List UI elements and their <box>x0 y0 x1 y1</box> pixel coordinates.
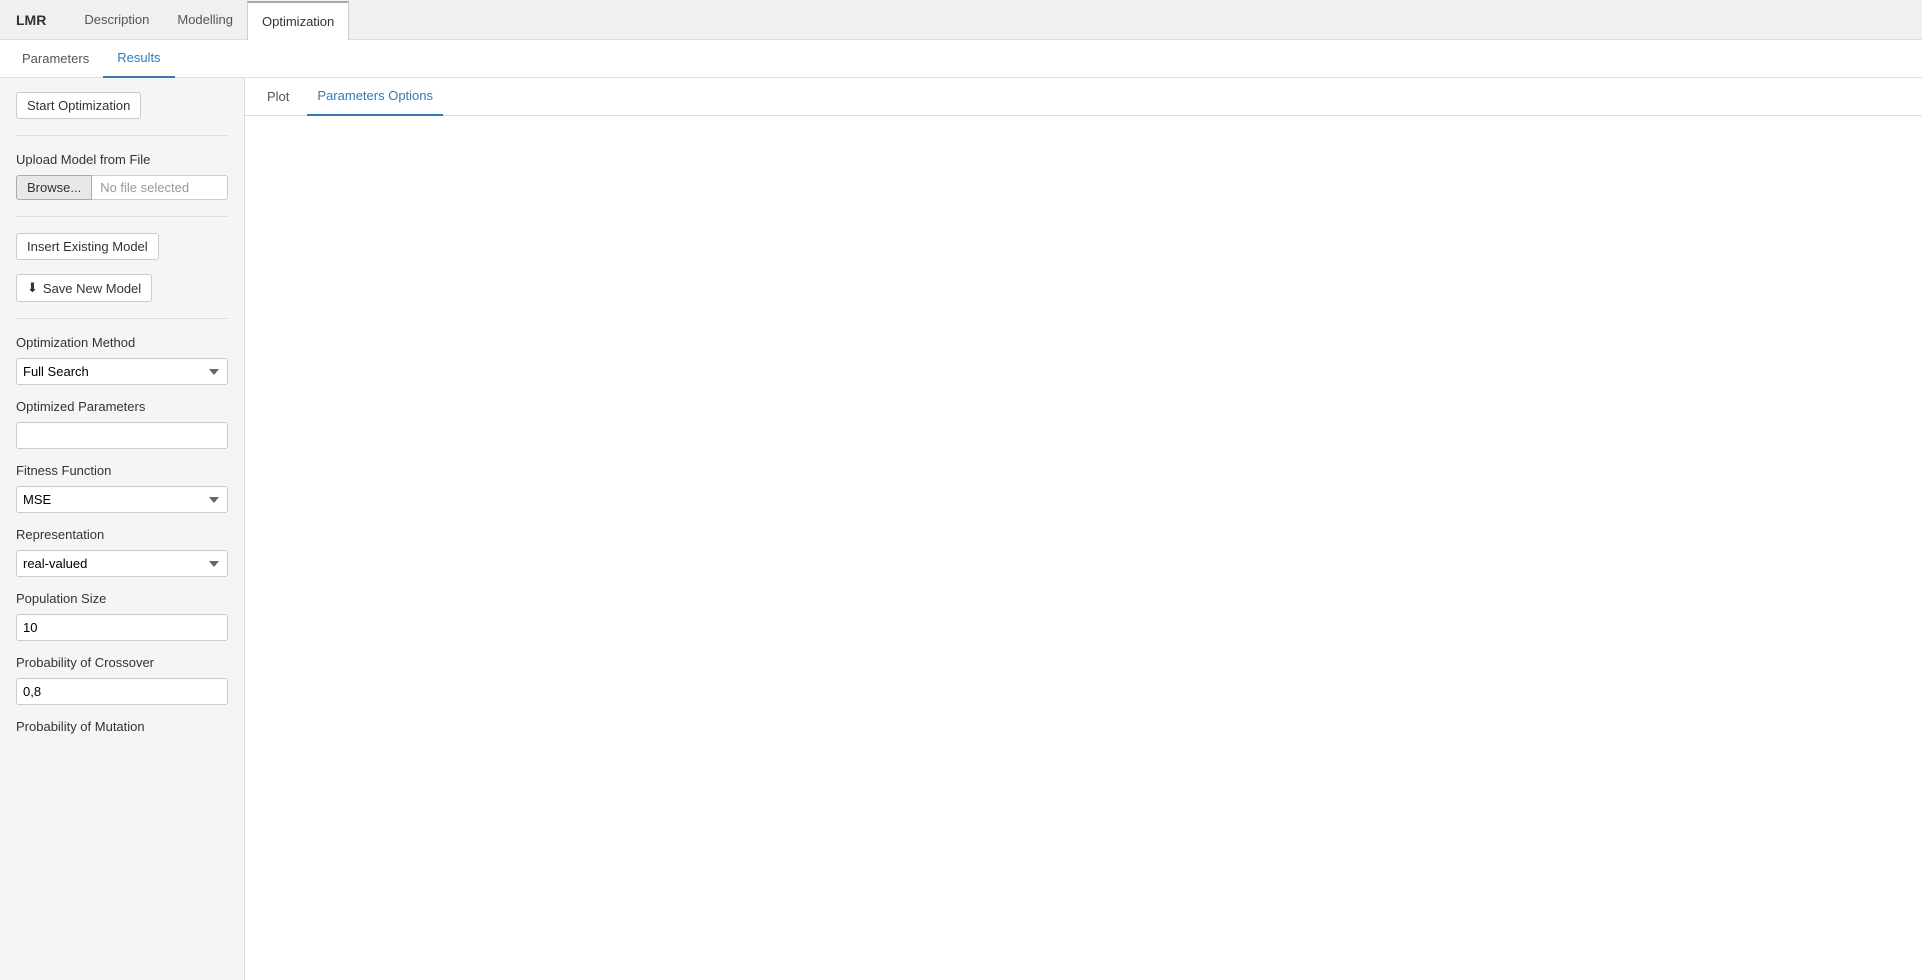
upload-model-section: Upload Model from File Browse... No file… <box>16 152 228 200</box>
save-model-section: ⬇ Save New Model <box>16 274 228 302</box>
divider-2 <box>16 216 228 217</box>
optimization-method-section: Optimization Method Full Search Genetic … <box>16 335 228 385</box>
right-content-area <box>245 116 1922 980</box>
save-icon: ⬇ <box>27 280 38 296</box>
population-size-section: Population Size <box>16 591 228 641</box>
probability-mutation-section: Probability of Mutation <box>16 719 228 738</box>
insert-model-section: Insert Existing Model <box>16 233 228 260</box>
nav-tab-description[interactable]: Description <box>70 0 163 40</box>
right-panel: Plot Parameters Options <box>245 78 1922 980</box>
insert-existing-model-button[interactable]: Insert Existing Model <box>16 233 159 260</box>
nav-tab-optimization[interactable]: Optimization <box>247 1 349 41</box>
optimization-method-label: Optimization Method <box>16 335 228 350</box>
start-optimization-button[interactable]: Start Optimization <box>16 92 141 119</box>
probability-crossover-section: Probability of Crossover <box>16 655 228 705</box>
left-panel: Start Optimization Upload Model from Fil… <box>0 78 245 980</box>
top-nav: LMR Description Modelling Optimization <box>0 0 1922 40</box>
content-area: Parameters Results Start Optimization Up… <box>0 40 1922 980</box>
tab-parameters-options[interactable]: Parameters Options <box>307 78 443 116</box>
probability-crossover-label: Probability of Crossover <box>16 655 228 670</box>
start-optimization-section: Start Optimization <box>16 92 228 119</box>
nav-tab-modelling[interactable]: Modelling <box>163 0 247 40</box>
representation-label: Representation <box>16 527 228 542</box>
divider-3 <box>16 318 228 319</box>
save-new-model-button[interactable]: ⬇ Save New Model <box>16 274 152 302</box>
probability-mutation-label: Probability of Mutation <box>16 719 228 734</box>
population-size-input[interactable] <box>16 614 228 641</box>
main-split: Start Optimization Upload Model from Fil… <box>0 78 1922 980</box>
right-tab-bar: Plot Parameters Options <box>245 78 1922 116</box>
fitness-function-label: Fitness Function <box>16 463 228 478</box>
representation-section: Representation real-valued binary intege… <box>16 527 228 577</box>
file-name-display: No file selected <box>92 175 228 200</box>
optimized-parameters-input[interactable] <box>16 422 228 449</box>
optimization-method-select[interactable]: Full Search Genetic Algorithm Random Sea… <box>16 358 228 385</box>
browse-button[interactable]: Browse... <box>16 175 92 200</box>
divider-1 <box>16 135 228 136</box>
population-size-label: Population Size <box>16 591 228 606</box>
file-upload-row: Browse... No file selected <box>16 175 228 200</box>
probability-crossover-input[interactable] <box>16 678 228 705</box>
nav-brand: LMR <box>8 12 54 28</box>
fitness-function-select[interactable]: MSE MAE RMSE <box>16 486 228 513</box>
fitness-function-section: Fitness Function MSE MAE RMSE <box>16 463 228 513</box>
representation-select[interactable]: real-valued binary integer <box>16 550 228 577</box>
tab-results[interactable]: Results <box>103 40 174 78</box>
upload-model-label: Upload Model from File <box>16 152 228 167</box>
tab-plot[interactable]: Plot <box>257 78 299 116</box>
tab-parameters[interactable]: Parameters <box>8 40 103 78</box>
optimized-parameters-section: Optimized Parameters <box>16 399 228 449</box>
optimized-parameters-label: Optimized Parameters <box>16 399 228 414</box>
save-new-model-label: Save New Model <box>43 281 141 296</box>
main-tab-bar: Parameters Results <box>0 40 1922 78</box>
